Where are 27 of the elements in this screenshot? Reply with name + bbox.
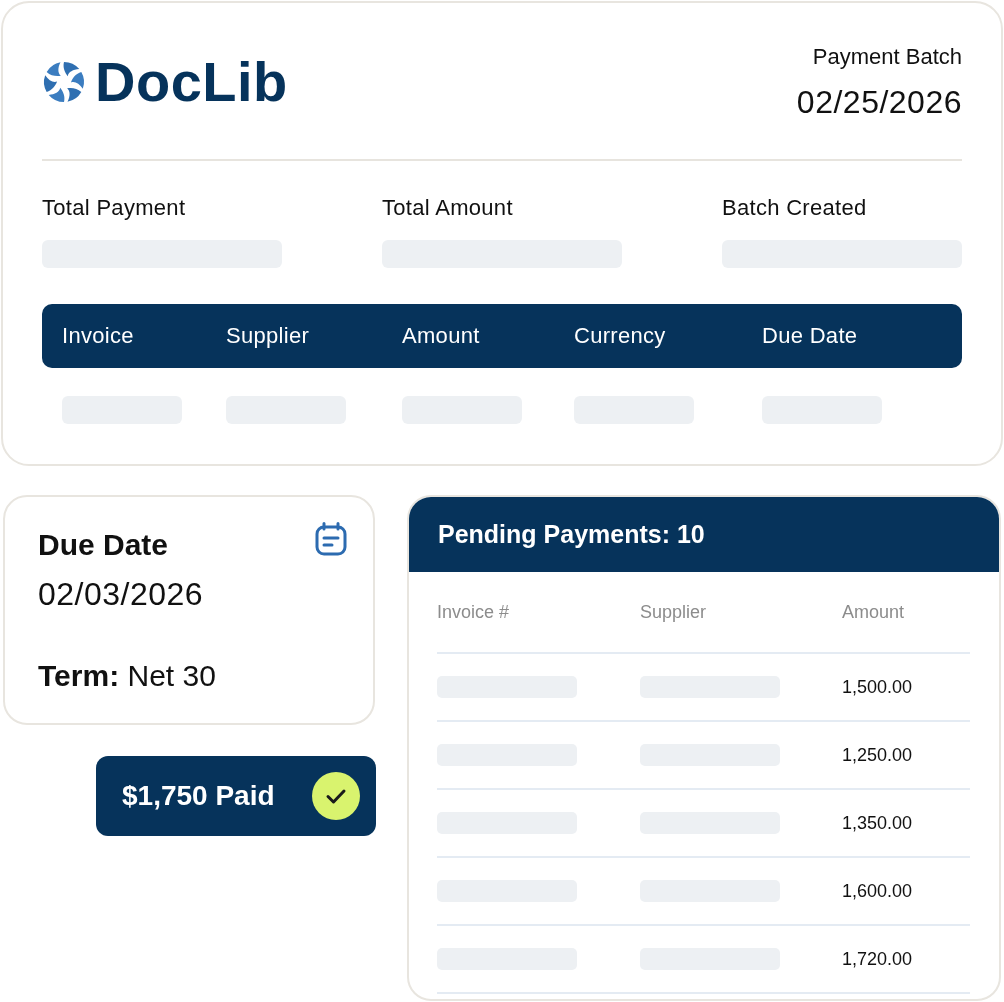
due-date-value: 02/03/2026 <box>38 576 204 612</box>
check-circle-icon <box>312 772 360 820</box>
field-label: Total Payment <box>42 195 187 221</box>
amount-cell: 1,250.00 <box>842 744 913 766</box>
batch-date: 02/25/2026 <box>796 83 962 121</box>
column-header: Supplier <box>640 601 707 623</box>
column-header: Supplier <box>226 323 311 349</box>
column-header: Amount <box>842 601 905 623</box>
amount-cell: 1,500.00 <box>842 676 913 698</box>
calendar-icon <box>315 522 347 556</box>
amount-cell: 1,600.00 <box>842 880 913 902</box>
amount-cell: 1,350.00 <box>842 812 913 834</box>
term-text: Term: Net 30 <box>38 658 216 694</box>
due-date-title: Due Date <box>38 528 169 562</box>
column-header: Due Date <box>762 323 859 349</box>
column-header: Invoice <box>62 323 135 349</box>
column-header: Invoice # <box>437 601 510 623</box>
batch-label: Payment Batch <box>812 43 962 71</box>
column-header: Currency <box>574 323 667 349</box>
field-label: Total Amount <box>382 195 514 221</box>
paid-text: $1,750 Paid <box>122 780 275 812</box>
field-label: Batch Created <box>722 195 868 221</box>
swirl-logo-icon <box>42 60 86 104</box>
pending-title: Pending Payments: 10 <box>438 520 705 549</box>
amount-cell: 1,720.00 <box>842 948 913 970</box>
column-header: Amount <box>402 323 481 349</box>
logo-text: DocLib <box>95 54 288 110</box>
